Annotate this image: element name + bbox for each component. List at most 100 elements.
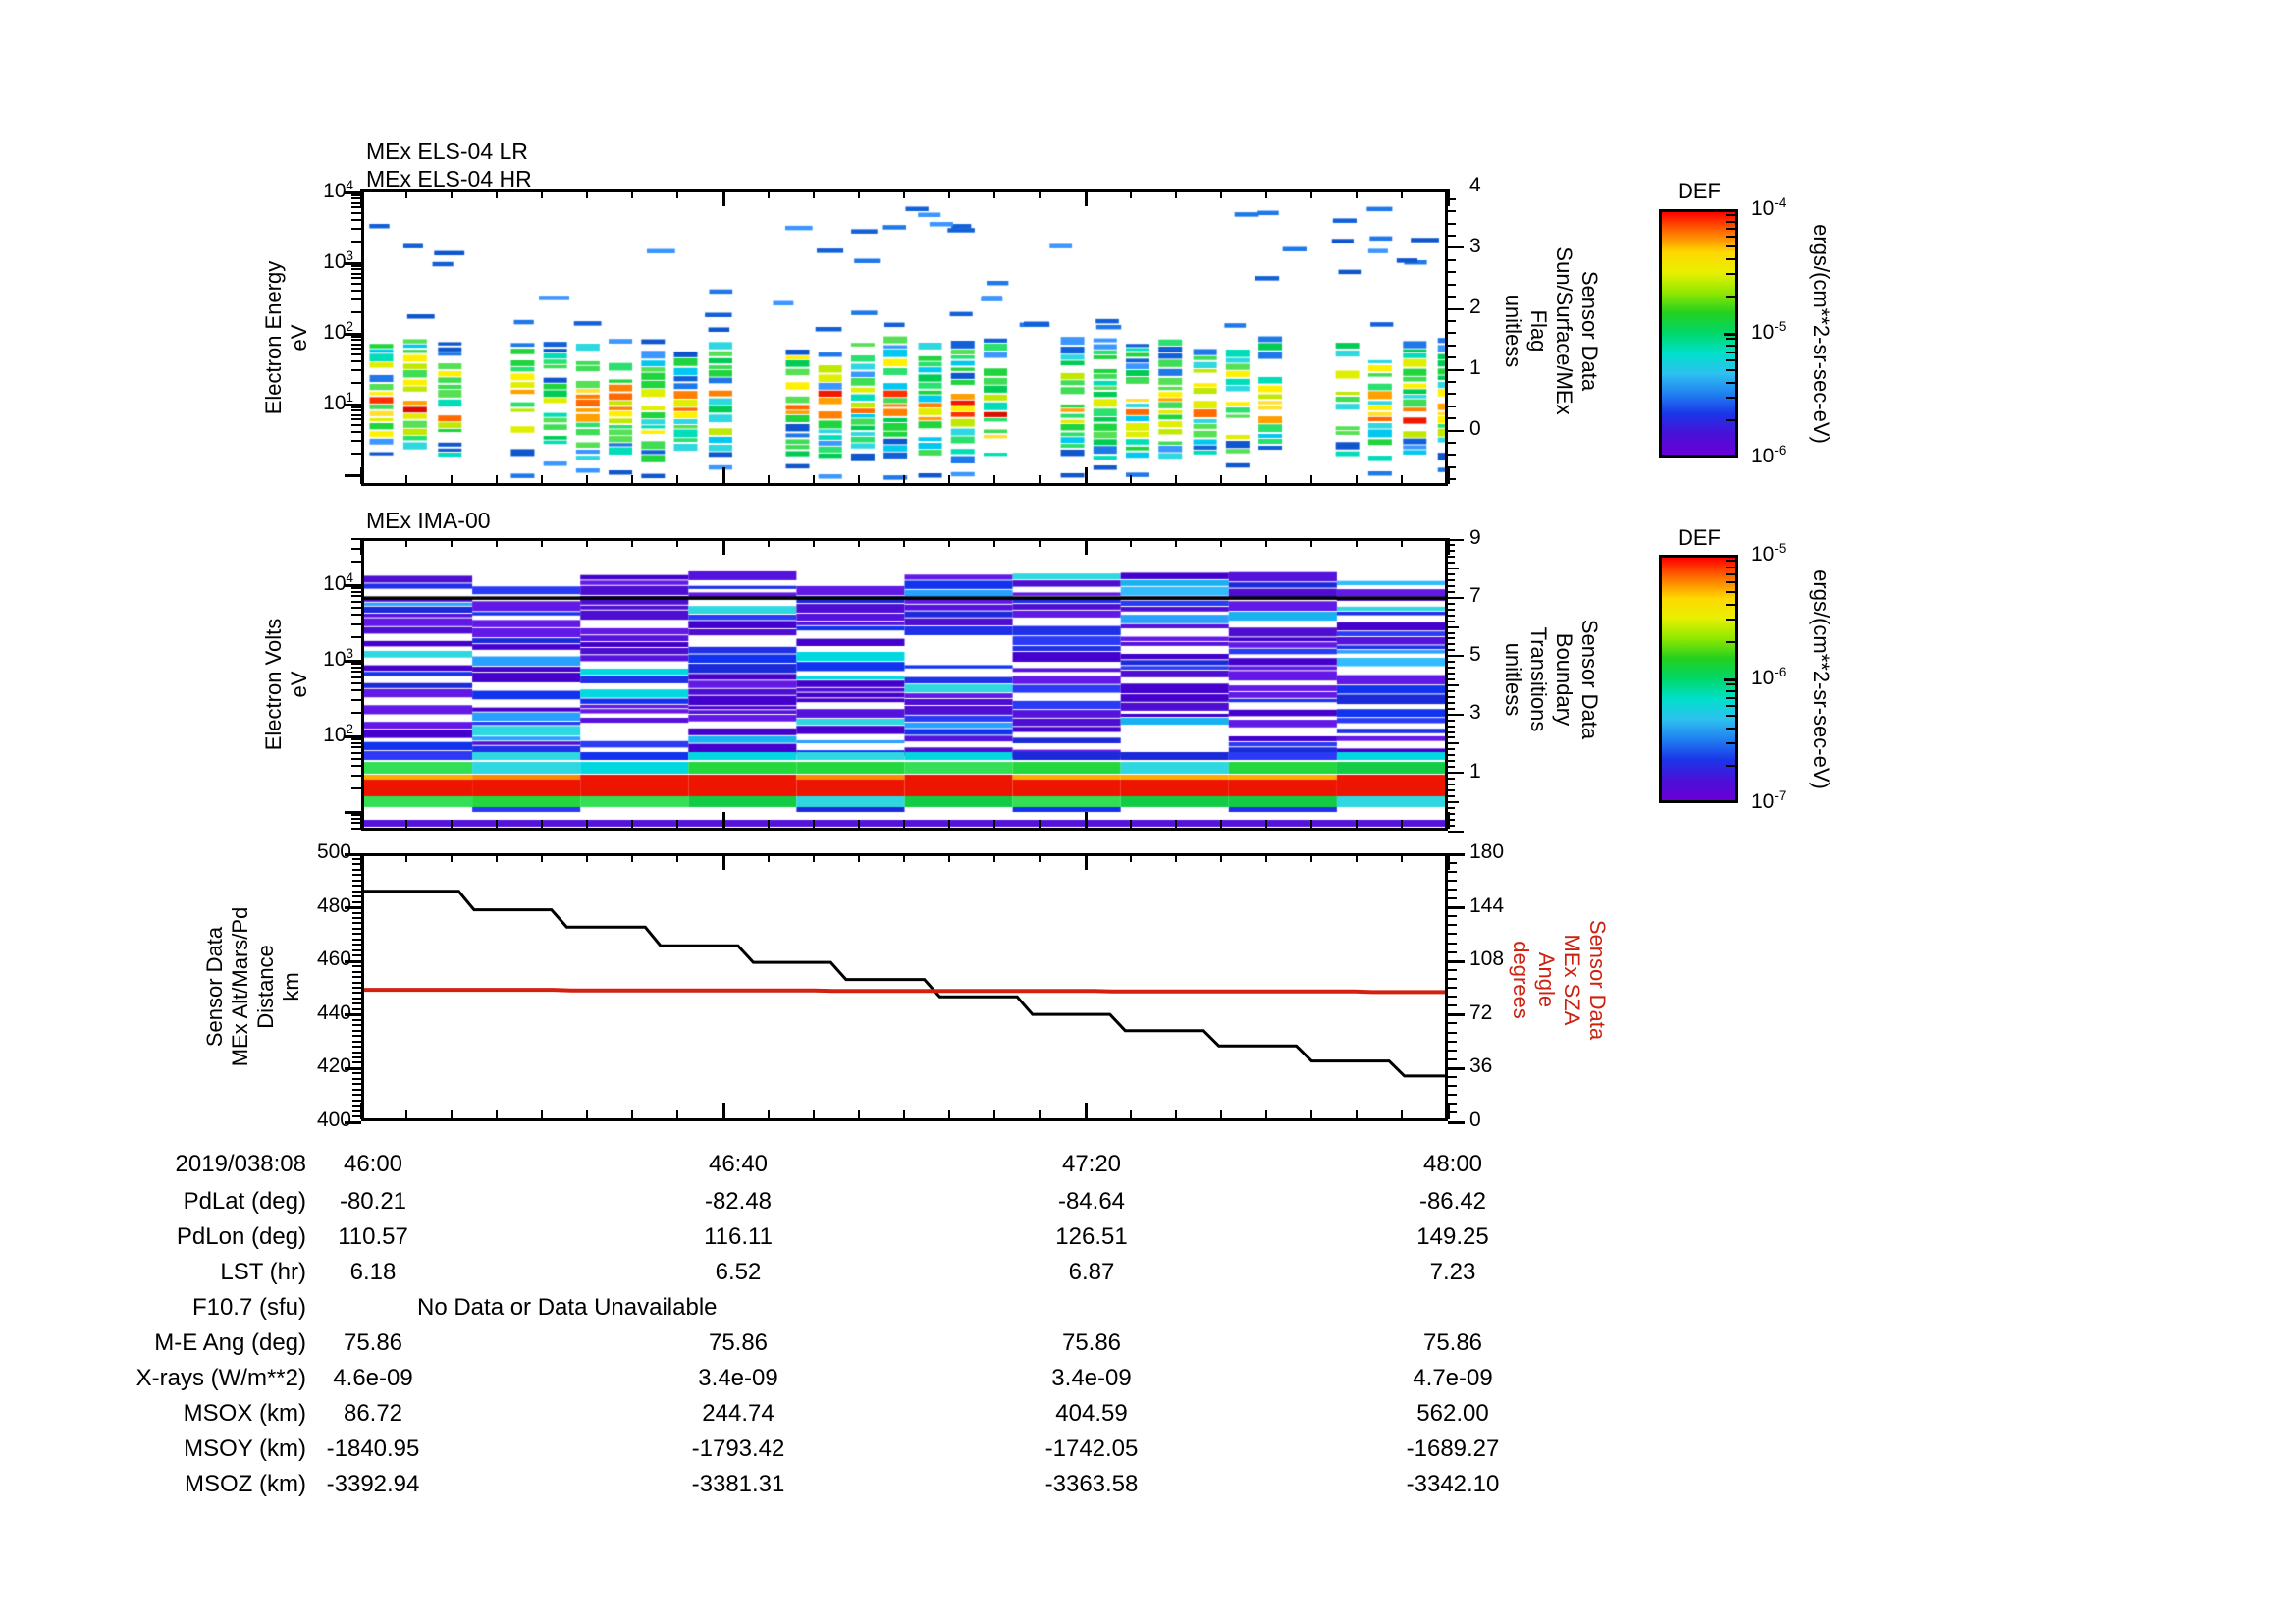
table-row-label: LST (hr) [220, 1259, 306, 1285]
ima-right-tick-label: 9 [1469, 526, 1481, 550]
axis-tick [1448, 1121, 1465, 1124]
axis-tick [405, 820, 407, 829]
table-cell-value: 110.57 [338, 1223, 408, 1250]
axis-tick [352, 922, 361, 924]
axis-tick [1175, 1110, 1177, 1119]
axis-tick [352, 1089, 361, 1091]
axis-tick [1448, 667, 1455, 669]
axis-tick [1448, 454, 1456, 456]
axis-tick [1448, 1076, 1457, 1078]
axis-tick [405, 853, 407, 862]
axis-tick [1448, 621, 1455, 622]
els-right-label: Sensor Data Sun/Surface/MEx Flag unitless [1500, 246, 1602, 414]
axis-tick [1448, 766, 1455, 768]
axis-tick [1356, 1110, 1358, 1119]
axis-tick [813, 853, 815, 862]
colorbar2-title: DEF [1678, 525, 1721, 550]
axis-tick [1448, 235, 1456, 237]
axis-tick [631, 853, 633, 862]
axis-tick [1448, 880, 1457, 882]
axis-tick [1448, 296, 1456, 298]
table-cell-value: -3392.94 [326, 1471, 420, 1497]
axis-tick [586, 475, 588, 484]
axis-tick [948, 475, 950, 484]
axis-tick [1448, 684, 1459, 686]
axis-tick [541, 475, 543, 484]
axis-tick [1448, 915, 1457, 917]
table-cell-value: -82.48 [704, 1188, 773, 1215]
ima-right-tick-label: 5 [1469, 642, 1481, 666]
axis-tick [1130, 475, 1132, 484]
axis-tick [1265, 1110, 1267, 1119]
table-row-label: MSOY (km) [184, 1435, 306, 1462]
table-row-label: PdLat (deg) [183, 1188, 306, 1215]
axis-tick [352, 976, 361, 978]
colorbar1-unit-line: ergs/(cm**2-sr-sec-eV) [1809, 224, 1834, 444]
axis-tick [1448, 661, 1455, 663]
axis-tick [948, 1110, 950, 1119]
table-cell-value: 149.25 [1416, 1223, 1489, 1250]
axis-tick [352, 982, 361, 984]
axis-tick [1448, 731, 1455, 733]
axis-tick [1724, 333, 1736, 336]
table-row-label: MSOZ (km) [185, 1471, 306, 1497]
axis-tick [1401, 538, 1403, 547]
axis-tick [1448, 720, 1455, 722]
table-row-label: MSOX (km) [183, 1400, 306, 1427]
axis-tick [1448, 673, 1455, 675]
axis-tick [1448, 1013, 1465, 1016]
ima-right-tick-label: 3 [1469, 701, 1481, 725]
axis-tick [676, 853, 678, 862]
colorbar1-tick-label: 10-6 [1751, 442, 1787, 467]
axis-tick [903, 189, 905, 198]
axis-tick [351, 818, 361, 820]
els-right-tick-label: 2 [1469, 296, 1481, 319]
axis-tick [351, 360, 361, 362]
axis-tick [352, 912, 361, 914]
axis-tick [1447, 467, 1450, 484]
ima-right-label-line: unitless [1501, 642, 1525, 717]
axis-tick [351, 290, 361, 292]
axis-tick [586, 820, 588, 829]
colorbar1-tick-label: 10-4 [1751, 194, 1787, 220]
axis-tick [351, 822, 361, 824]
axis-tick [1448, 626, 1459, 628]
axis-tick [813, 538, 815, 547]
axis-tick [768, 820, 770, 829]
axis-tick [352, 1100, 361, 1102]
ima-right-tick-label: 1 [1469, 759, 1481, 783]
axis-tick [1726, 591, 1735, 593]
axis-tick [1726, 560, 1735, 562]
axis-tick [1448, 714, 1464, 716]
axis-tick [352, 987, 361, 989]
axis-tick [352, 1052, 361, 1054]
axis-tick [351, 369, 361, 371]
ima-title: MEx IMA-00 [366, 508, 491, 533]
axis-tick [351, 382, 361, 384]
axis-tick [1448, 345, 1456, 347]
axis-tick [1726, 619, 1735, 621]
axis-tick [1448, 609, 1455, 611]
axis-tick [1726, 221, 1735, 223]
axis-tick [1448, 933, 1457, 935]
table-row-label: PdLon (deg) [176, 1223, 306, 1250]
axis-tick [1726, 715, 1735, 717]
els-ylabel-line: eV [287, 324, 311, 352]
axis-tick [351, 277, 361, 279]
axis-tick [1039, 475, 1041, 484]
axis-tick [352, 1078, 361, 1080]
lines-ylabel-line: MEx Alt/Mars/Pd [228, 906, 252, 1067]
axis-tick [1448, 597, 1464, 599]
axis-tick [1175, 538, 1177, 547]
table-cell-value: -86.42 [1418, 1188, 1487, 1215]
axis-tick [1085, 1103, 1088, 1119]
sza-right-label-line: degrees [1509, 941, 1533, 1019]
time-tick-label: 48:00 [1422, 1151, 1483, 1177]
axis-tick [496, 189, 498, 198]
axis-tick [352, 869, 361, 871]
axis-tick [351, 775, 361, 777]
table-cell-value: -84.64 [1057, 1188, 1126, 1215]
axis-tick [1448, 690, 1455, 692]
alt-tick-label: 400 [316, 1109, 351, 1132]
axis-tick [1220, 538, 1222, 547]
